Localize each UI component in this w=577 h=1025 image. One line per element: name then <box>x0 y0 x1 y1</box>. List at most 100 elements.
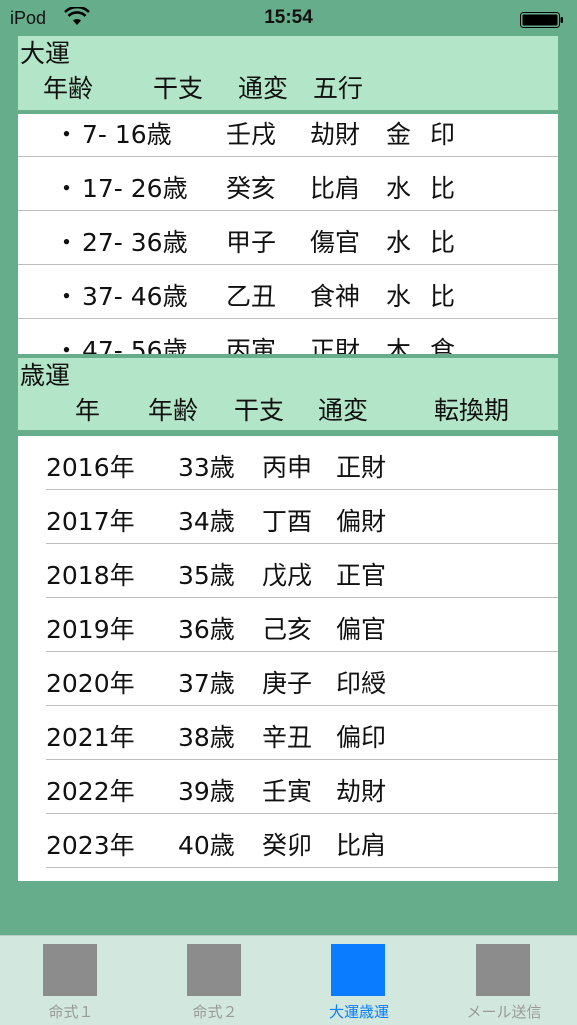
saiun-tsuhen: 偏官 <box>336 615 387 644</box>
saiun-col-kanshi: 干支 <box>234 396 285 425</box>
status-bar: iPod 15:54 <box>0 0 577 38</box>
taiun-gogyo: 水 <box>386 282 412 311</box>
tab-label: メール送信 <box>466 1004 542 1021</box>
saiun-year: 2021年 <box>46 723 135 752</box>
saiun-row[interactable]: 2017年 34歳 丁酉 偏財 <box>18 490 558 544</box>
saiun-year: 2023年 <box>46 831 135 860</box>
taiun-kanshi: 丙寅 <box>226 336 277 354</box>
clock: 15:54 <box>264 7 313 28</box>
saiun-kanshi: 辛丑 <box>262 723 313 752</box>
saiun-age: 39歳 <box>178 777 235 806</box>
tab-meishiki-1[interactable]: 命式１ <box>21 936 121 1025</box>
taiun-bullet: ・ <box>54 336 80 354</box>
taiun-row[interactable]: ・ 37- 46歳 乙丑 食神水比 <box>18 265 558 319</box>
taiun-bullet: ・ <box>54 228 80 257</box>
placeholder-square-icon <box>187 944 241 996</box>
saiun-row[interactable]: 2016年 33歳 丙申 正財 <box>18 436 558 490</box>
saiun-title: 歳運 <box>20 361 71 390</box>
taiun-kanshi: 乙丑 <box>226 282 277 311</box>
saiun-col-tsuhen: 通変 <box>318 396 369 425</box>
taiun-gogyo: 水 <box>386 174 412 203</box>
saiun-age: 34歳 <box>178 507 235 536</box>
saiun-tsuhen: 劫財 <box>336 777 387 806</box>
taiun-bullet: ・ <box>54 120 80 149</box>
taiun-tsuhen: 比肩 <box>310 174 361 203</box>
taiun-tsuhen: 正財 <box>310 336 361 354</box>
saiun-header: 歳運 年 年齢 干支 通変 転換期 <box>18 358 558 430</box>
saiun-year: 2018年 <box>46 561 135 590</box>
taiun-tsuhen: 食神 <box>310 282 361 311</box>
taiun-kanshi: 甲子 <box>226 228 277 257</box>
saiun-row[interactable]: 2020年 37歳 庚子 印綬 <box>18 652 558 706</box>
saiun-kanshi: 己亥 <box>262 615 313 644</box>
taiun-row[interactable]: ・ 27- 36歳 甲子 傷官水比 <box>18 211 558 265</box>
taiun-extra: 比 <box>430 282 456 311</box>
taiun-extra: 比 <box>430 174 456 203</box>
taiun-kanshi: 癸亥 <box>226 174 277 203</box>
taiun-age: 37- 46歳 <box>82 282 188 311</box>
taiun-tsuhen: 傷官 <box>310 228 361 257</box>
taiun-title: 大運 <box>20 39 71 68</box>
taiun-col-gogyo: 五行 <box>313 74 364 103</box>
taiun-gogyo: 金 <box>386 120 412 149</box>
saiun-year: 2022年 <box>46 777 135 806</box>
taiun-header: 大運 年齢 干支 通変 五行 <box>18 36 558 110</box>
saiun-tsuhen: 偏財 <box>336 507 387 536</box>
taiun-extra: 食 <box>430 336 456 354</box>
taiun-extra: 比 <box>430 228 456 257</box>
saiun-age: 38歳 <box>178 723 235 752</box>
saiun-year: 2019年 <box>46 615 135 644</box>
taiun-list[interactable]: ・ 7- 16歳 壬戌 劫財金印・ 17- 26歳 癸亥 比肩水比・ 27- 36歳 甲子 傷官水… <box>18 114 558 354</box>
saiun-col-year: 年 <box>75 396 101 425</box>
saiun-tsuhen: 偏印 <box>336 723 387 752</box>
saiun-tsuhen: 正官 <box>336 561 387 590</box>
saiun-row[interactable]: 2021年 38歳 辛丑 偏印 <box>18 706 558 760</box>
tab-label: 命式２ <box>192 1004 238 1021</box>
taiun-gogyo: 木 <box>386 336 412 354</box>
taiun-row[interactable]: ・ 7- 16歳 壬戌 劫財金印 <box>18 114 558 157</box>
taiun-row[interactable]: ・ 17- 26歳 癸亥 比肩水比 <box>18 157 558 211</box>
saiun-row[interactable]: 2019年 36歳 己亥 偏官 <box>18 598 558 652</box>
taiun-age: 47- 56歳 <box>82 336 188 354</box>
taiun-age: 17- 26歳 <box>82 174 188 203</box>
saiun-col-age: 年齢 <box>148 396 199 425</box>
tab-taiun-saiun[interactable]: 大運歳運 <box>309 936 409 1025</box>
saiun-year: 2017年 <box>46 507 135 536</box>
saiun-tsuhen: 印綬 <box>336 669 387 698</box>
taiun-bullet: ・ <box>54 282 80 311</box>
saiun-age: 35歳 <box>178 561 235 590</box>
tab-label: 命式１ <box>48 1004 94 1021</box>
taiun-row[interactable]: ・ 47- 56歳 丙寅 正財 木食 <box>18 319 558 354</box>
taiun-tsuhen: 劫財 <box>310 120 361 149</box>
saiun-row[interactable]: 2022年 39歳 壬寅 劫財 <box>18 760 558 814</box>
taiun-col-kanshi: 干支 <box>153 74 204 103</box>
placeholder-square-icon <box>43 944 97 996</box>
tab-bar: 命式１ 命式２ 大運歳運 メール送信 <box>0 935 577 1025</box>
taiun-age: 7- 16歳 <box>82 120 172 149</box>
saiun-age: 37歳 <box>178 669 235 698</box>
taiun-extra: 印 <box>430 120 456 149</box>
tab-label: 大運歳運 <box>328 1004 389 1021</box>
battery-icon <box>520 12 563 28</box>
saiun-col-tenkanki: 転換期 <box>434 396 510 425</box>
saiun-kanshi: 壬寅 <box>262 777 313 806</box>
saiun-list[interactable]: 2016年 33歳 丙申 正財 2017年 34歳 丁酉 偏財 2018年 35歳 戊戌 正官 2019… <box>18 436 558 881</box>
tab-send-mail[interactable]: メール送信 <box>454 936 554 1025</box>
saiun-kanshi: 丙申 <box>262 453 313 482</box>
taiun-kanshi: 壬戌 <box>226 120 277 149</box>
placeholder-square-icon <box>331 944 385 996</box>
saiun-row[interactable]: 2018年 35歳 戊戌 正官 <box>18 544 558 598</box>
saiun-year: 2020年 <box>46 669 135 698</box>
saiun-age: 33歳 <box>178 453 235 482</box>
tab-meishiki-2[interactable]: 命式２ <box>165 936 265 1025</box>
saiun-kanshi: 戊戌 <box>262 561 313 590</box>
taiun-col-tsuhen: 通変 <box>238 74 289 103</box>
placeholder-square-icon <box>476 944 530 996</box>
taiun-bullet: ・ <box>54 174 80 203</box>
taiun-gogyo: 水 <box>386 228 412 257</box>
saiun-tsuhen: 比肩 <box>336 831 387 860</box>
saiun-kanshi: 丁酉 <box>262 507 313 536</box>
saiun-kanshi: 癸卯 <box>262 831 313 860</box>
saiun-age: 40歳 <box>178 831 235 860</box>
saiun-row[interactable]: 2023年 40歳 癸卯 比肩 <box>18 814 558 868</box>
